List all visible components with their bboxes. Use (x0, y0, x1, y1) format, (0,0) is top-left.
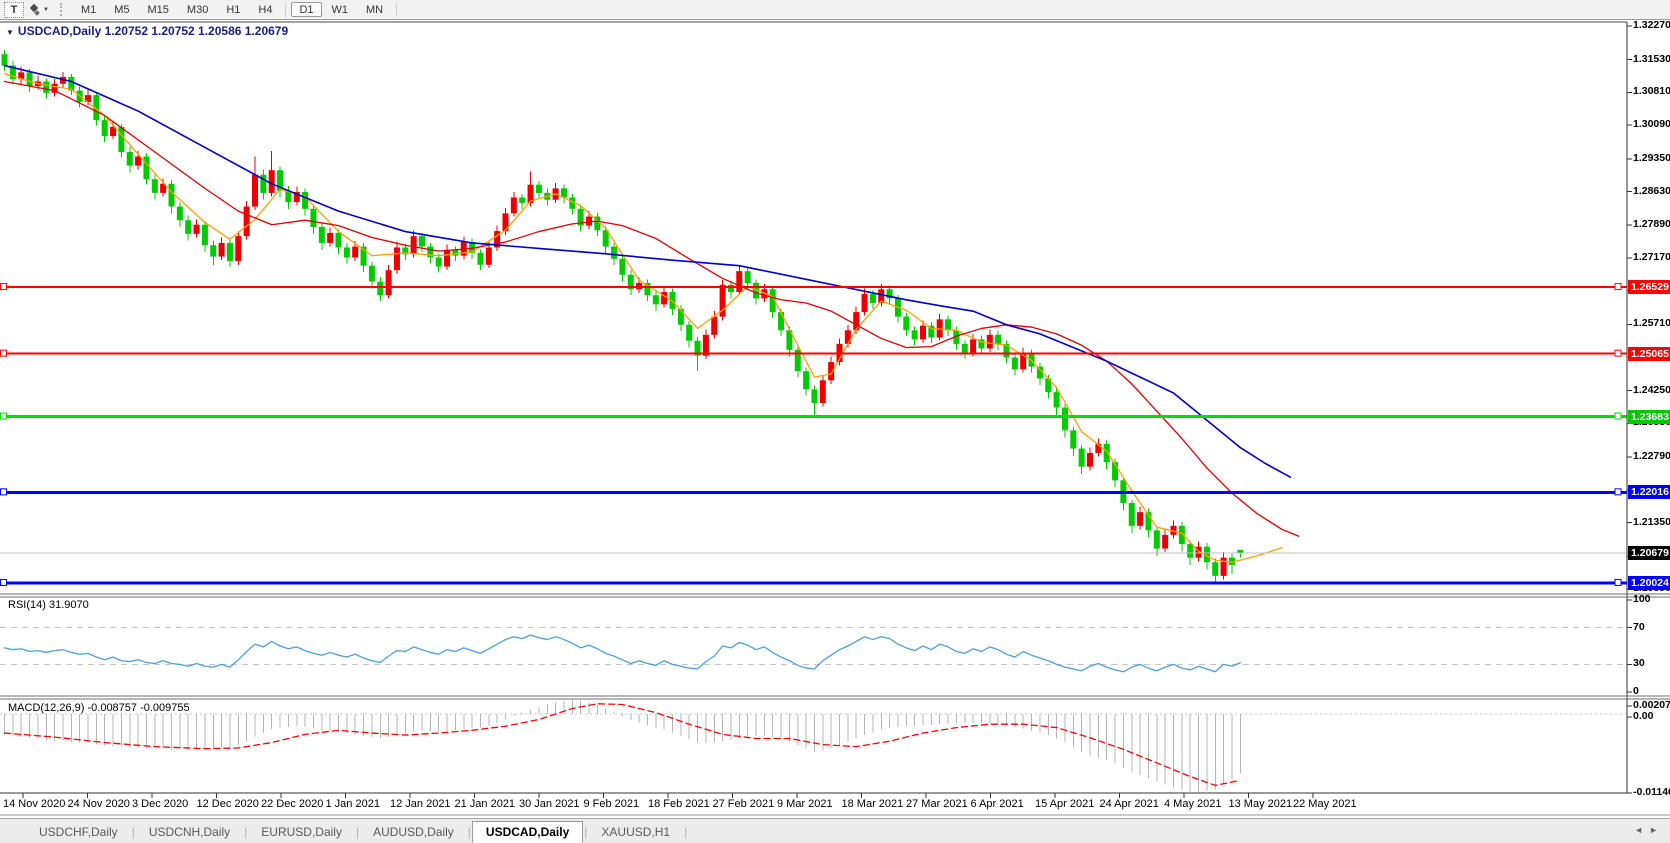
trading-terminal: T ▼ M1 M5 M15 M30 H1 H4 D1 W1 MN ▼ USDCAD,Daily 1… (0, 0, 1670, 843)
price-badge: 1.20024 (1628, 575, 1670, 590)
date-label: 30 Jan 2021 (519, 798, 580, 810)
price-tick-label: 1.25710 (1633, 317, 1670, 330)
chart-tab-audusd[interactable]: AUDUSD,Daily (360, 822, 467, 842)
macd-indicator-label: MACD(12,26,9) -0.008757 -0.009755 (8, 702, 190, 714)
date-label: 13 May 2021 (1228, 798, 1293, 810)
date-label: 22 Dec 2020 (261, 798, 324, 810)
chart-ohlc-values: 1.20752 1.20752 1.20586 1.20679 (104, 24, 289, 38)
price-tick-label: 1.30090 (1633, 118, 1670, 131)
date-label: 12 Jan 2021 (390, 798, 451, 810)
rsi-axis-label: 0 (1633, 685, 1639, 697)
macd-values: -0.008757 -0.009755 (87, 702, 190, 714)
rsi-axis-label: 30 (1633, 657, 1645, 670)
price-tick-label: 1.28630 (1633, 184, 1670, 197)
tab-separator: | (684, 824, 688, 839)
macd-axis-label: -0.011462 (1633, 786, 1670, 798)
price-tick-label: 1.27890 (1633, 218, 1670, 231)
date-label: 12 Dec 2020 (196, 798, 259, 810)
date-label: 4 May 2021 (1164, 798, 1222, 810)
rsi-indicator-label: RSI(14) 31.9070 (8, 599, 89, 611)
chart-tab-usdcad[interactable]: USDCAD,Daily (471, 820, 584, 843)
tab-scroll-arrows[interactable]: ◄► (1634, 825, 1664, 835)
date-label: 24 Nov 2020 (67, 798, 130, 810)
timeframe-button-m5[interactable]: M5 (106, 2, 137, 17)
price-tick-label: 1.31530 (1633, 52, 1670, 65)
timeframe-toolbar: M1 M5 M15 M30 H1 H4 D1 W1 MN (72, 2, 401, 17)
date-label: 1 Jan 2021 (325, 798, 380, 810)
chart-tabs: USDCHF,Daily | USDCNH,Daily | EURUSD,Daily | A… (0, 819, 688, 843)
timeframe-button-m30[interactable]: M30 (179, 2, 216, 17)
price-tick-label: 1.21350 (1633, 515, 1670, 528)
timeframe-button-m1[interactable]: M1 (73, 2, 104, 17)
date-label: 6 Apr 2021 (970, 798, 1024, 810)
toolbar-separator (396, 2, 398, 17)
price-tick-label: 1.27170 (1633, 250, 1670, 263)
date-label: 27 Feb 2021 (712, 798, 775, 810)
rsi-axis-label: 100 (1633, 593, 1651, 605)
date-label: 21 Jan 2021 (454, 798, 516, 810)
price-tick-label: 1.24250 (1633, 383, 1670, 396)
price-tick-label: 1.22790 (1633, 450, 1670, 463)
date-label: 27 Mar 2021 (906, 798, 968, 810)
tab-scroll-left-icon[interactable]: ◄ (1634, 825, 1649, 835)
chart-title: ▼ USDCAD,Daily 1.20752 1.20752 1.20586 1.… (6, 24, 288, 38)
chart-tab-eurusd[interactable]: EURUSD,Daily (248, 822, 355, 842)
timeframe-button-m15[interactable]: M15 (140, 2, 177, 17)
rsi-value: 31.9070 (48, 599, 89, 611)
timeframe-button-h4[interactable]: H4 (250, 2, 280, 17)
chart-window[interactable]: ▼ USDCAD,Daily 1.20752 1.20752 1.20586 1.… (0, 0, 1670, 843)
toolbar-separator (285, 2, 287, 17)
timeframe-button-w1[interactable]: W1 (324, 2, 357, 17)
rsi-axis-label: 70 (1633, 620, 1645, 633)
dropdown-caret-icon: ▼ (43, 6, 49, 13)
macd-axis-label: 0.00 (1633, 710, 1654, 722)
date-label: 18 Mar 2021 (841, 798, 904, 810)
toolbar-grip[interactable] (59, 3, 67, 16)
chart-tab-bar: USDCHF,Daily | USDCNH,Daily | EURUSD,Daily | A… (0, 818, 1670, 843)
date-label: 24 Apr 2021 (1099, 798, 1159, 810)
price-badge: 1.23683 (1628, 409, 1670, 424)
price-tick-label: 1.32270 (1633, 19, 1670, 31)
timeframe-button-mn[interactable]: MN (358, 2, 391, 17)
date-label: 14 Nov 2020 (3, 798, 66, 810)
price-badge: 1.25065 (1628, 346, 1670, 361)
timeframe-button-d1[interactable]: D1 (291, 2, 322, 17)
price-badge: 1.20679 (1628, 546, 1670, 561)
date-label: 9 Feb 2021 (583, 798, 640, 810)
price-badge: 1.26529 (1628, 280, 1670, 295)
price-tick-label: 1.30810 (1633, 85, 1670, 98)
date-label: 9 Mar 2021 (777, 798, 833, 810)
arrows-objects-icon (29, 3, 40, 16)
tab-scroll-right-icon[interactable]: ► (1649, 825, 1664, 835)
chart-tab-usdchf[interactable]: USDCHF,Daily (26, 822, 131, 842)
price-badge: 1.22016 (1628, 485, 1670, 500)
date-label: 22 May 2021 (1293, 798, 1357, 810)
objects-tool-button[interactable]: ▼ (28, 2, 52, 18)
toolbar: T ▼ M1 M5 M15 M30 H1 H4 D1 W1 MN (0, 0, 1670, 20)
chart-tab-usdcnh[interactable]: USDCNH,Daily (136, 822, 243, 842)
chart-tab-xauusd[interactable]: XAUUSD,H1 (588, 822, 683, 842)
collapse-icon[interactable]: ▼ (6, 28, 14, 37)
chart-symbol-label: USDCAD,Daily (17, 24, 102, 38)
date-label: 3 Dec 2020 (132, 798, 189, 810)
text-tool-button[interactable]: T (4, 1, 24, 18)
price-tick-label: 1.29350 (1633, 151, 1670, 164)
date-label: 18 Feb 2021 (648, 798, 710, 810)
timeframe-button-h1[interactable]: H1 (218, 2, 248, 17)
date-label: 15 Apr 2021 (1035, 798, 1095, 810)
